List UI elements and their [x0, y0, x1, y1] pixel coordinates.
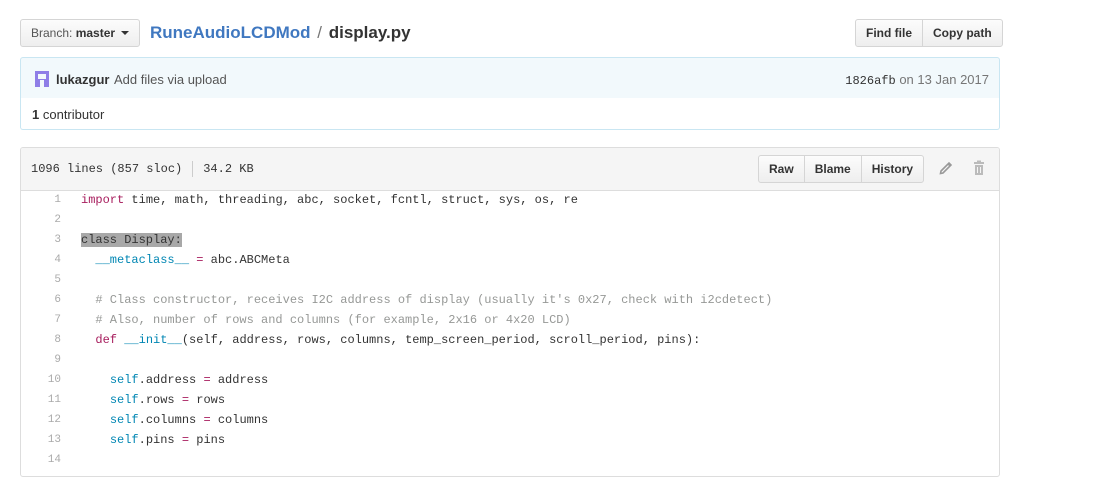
- avatar[interactable]: [35, 71, 49, 87]
- code-line: 10 self.address = address: [21, 371, 999, 391]
- line-content: self.pins = pins: [109, 433, 226, 447]
- file-info: 1096 lines (857 sloc) 34.2 KB: [31, 161, 254, 177]
- code-block: 1 import time, math, threading, abc, sock…: [21, 191, 999, 471]
- commit-author[interactable]: lukazgur: [56, 72, 109, 87]
- history-button[interactable]: History: [860, 155, 925, 183]
- code-line: 2: [21, 211, 999, 231]
- file-lines-info: 1096 lines (857 sloc): [31, 162, 183, 177]
- line-number[interactable]: 12: [21, 411, 61, 429]
- line-content: self.rows = rows: [109, 393, 226, 407]
- contributor-count: 1: [32, 107, 40, 122]
- pencil-icon[interactable]: [938, 160, 954, 176]
- contributor-label: contributor: [42, 107, 105, 122]
- code-line: 1 import time, math, threading, abc, sock…: [21, 191, 999, 211]
- contributors-text[interactable]: 1 contributor: [32, 107, 104, 122]
- code-line: 14: [21, 451, 999, 471]
- line-content: def __init__(self, address, rows, column…: [95, 333, 701, 347]
- code-line: 12 self.columns = columns: [21, 411, 999, 431]
- line-number[interactable]: 8: [21, 331, 61, 349]
- line-number[interactable]: 13: [21, 431, 61, 449]
- line-number[interactable]: 4: [21, 251, 61, 269]
- line-content: self.address = address: [109, 373, 269, 387]
- code-line: 8 def __init__(self, address, rows, colu…: [21, 331, 999, 351]
- line-content: # Class constructor, receives I2C addres…: [95, 293, 773, 307]
- repo-link[interactable]: RuneAudioLCDMod: [150, 23, 311, 42]
- file-name: display.py: [328, 23, 411, 42]
- file-info-divider: [192, 161, 194, 177]
- line-number[interactable]: 6: [21, 291, 61, 309]
- line-content: class Display:: [81, 233, 182, 247]
- file-size: 34.2 KB: [203, 162, 254, 177]
- branch-label: Branch:: [31, 26, 73, 40]
- line-content: __metaclass__ = abc.ABCMeta: [95, 253, 290, 267]
- file-actions: Raw Blame History: [758, 155, 925, 183]
- line-number[interactable]: 7: [21, 311, 61, 329]
- code-line: 5: [21, 271, 999, 291]
- line-number[interactable]: 2: [21, 211, 61, 229]
- commit-date-prefix: on: [899, 72, 914, 87]
- commit-tease: lukazgur Add files via upload 1826afb on…: [20, 57, 1000, 99]
- chevron-down-icon: [121, 30, 130, 35]
- code-line: 4 __metaclass__ = abc.ABCMeta: [21, 251, 999, 271]
- commit-meta: 1826afb on 13 Jan 2017: [845, 72, 989, 88]
- commit-message[interactable]: Add files via upload: [114, 72, 227, 87]
- line-content: import time, math, threading, abc, socke…: [81, 193, 578, 207]
- file-viewer: 1096 lines (857 sloc) 34.2 KB Raw Blame H…: [20, 147, 1000, 477]
- line-number[interactable]: 1: [21, 191, 61, 209]
- breadcrumb: RuneAudioLCDMod / display.py: [150, 22, 411, 44]
- line-number[interactable]: 11: [21, 391, 61, 409]
- line-number[interactable]: 9: [21, 351, 61, 369]
- code-line: 3 class Display:: [21, 231, 999, 251]
- trash-icon[interactable]: [971, 160, 987, 176]
- breadcrumb-separator: /: [317, 23, 322, 42]
- code-line: 11 self.rows = rows: [21, 391, 999, 411]
- branch-select-button[interactable]: Branch: master: [20, 19, 141, 47]
- commit-sha[interactable]: 1826afb: [845, 74, 895, 88]
- contributors-box: 1 contributor: [20, 98, 1000, 130]
- branch-name: master: [75, 26, 116, 40]
- blame-button[interactable]: Blame: [803, 155, 862, 183]
- line-number[interactable]: 3: [21, 231, 61, 249]
- code-line: 13 self.pins = pins: [21, 431, 999, 451]
- line-number[interactable]: 10: [21, 371, 61, 389]
- raw-button[interactable]: Raw: [758, 155, 805, 183]
- line-content: # Also, number of rows and columns (for …: [95, 313, 571, 327]
- copy-path-button[interactable]: Copy path: [922, 19, 1003, 47]
- file-header: 1096 lines (857 sloc) 34.2 KB Raw Blame H…: [21, 148, 999, 191]
- code-line: 9: [21, 351, 999, 371]
- commit-date: 13 Jan 2017: [917, 72, 989, 87]
- file-nav-buttons: Find file Copy path: [855, 19, 1003, 47]
- find-file-button[interactable]: Find file: [855, 19, 923, 47]
- code-line: 7 # Also, number of rows and columns (fo…: [21, 311, 999, 331]
- line-number[interactable]: 14: [21, 451, 61, 469]
- line-number[interactable]: 5: [21, 271, 61, 289]
- line-content: self.columns = columns: [109, 413, 269, 427]
- code-line: 6 # Class constructor, receives I2C addr…: [21, 291, 999, 311]
